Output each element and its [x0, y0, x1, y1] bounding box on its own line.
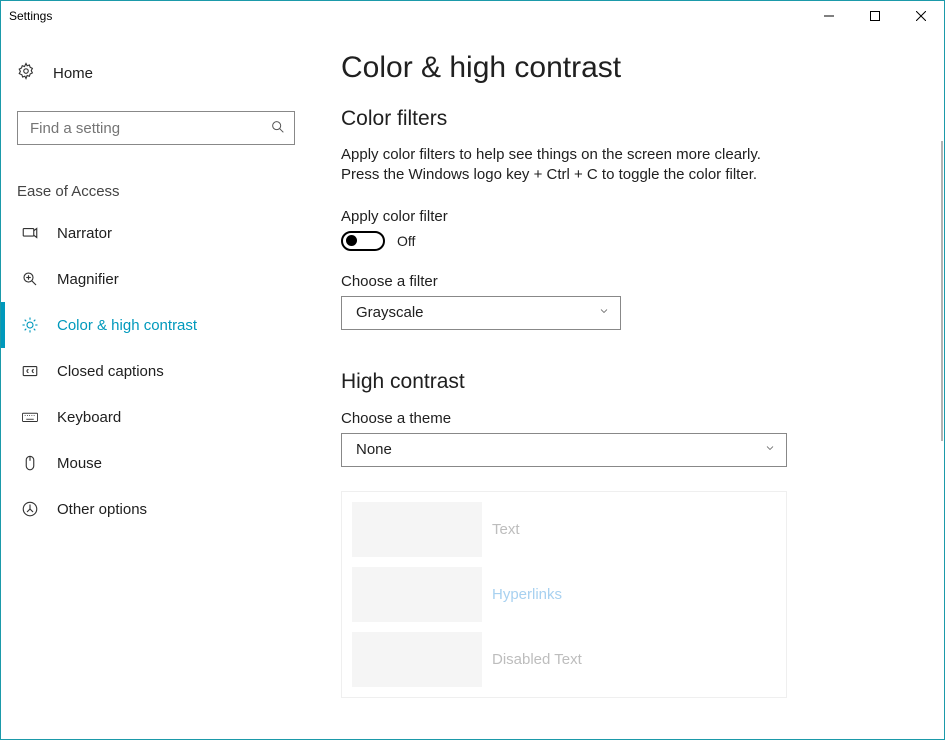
choose-theme-label: Choose a theme: [341, 410, 914, 427]
chevron-down-icon: [764, 441, 776, 458]
sidebar-item-label: Narrator: [57, 225, 112, 242]
apply-color-filter-toggle[interactable]: [341, 231, 385, 251]
chevron-down-icon: [598, 304, 610, 321]
sidebar-item-label: Color & high contrast: [57, 317, 197, 334]
preview-hyperlinks-swatch[interactable]: [352, 567, 482, 622]
sidebar: Home Ease of Access Narrator: [1, 31, 311, 739]
sidebar-item-keyboard[interactable]: Keyboard: [1, 394, 311, 440]
sidebar-item-label: Magnifier: [57, 271, 119, 288]
close-button[interactable]: [898, 1, 944, 31]
main-content: Color & high contrast Color filters Appl…: [311, 31, 944, 739]
narrator-icon: [21, 224, 39, 242]
preview-hyperlinks-label: Hyperlinks: [492, 586, 562, 603]
home-label: Home: [53, 65, 93, 82]
sidebar-item-closed-captions[interactable]: Closed captions: [1, 348, 311, 394]
choose-filter-label: Choose a filter: [341, 273, 914, 290]
other-options-icon: [21, 500, 39, 518]
brightness-icon: [21, 316, 39, 334]
magnifier-icon: [21, 270, 39, 288]
sidebar-item-mouse[interactable]: Mouse: [1, 440, 311, 486]
preview-disabled-label: Disabled Text: [492, 651, 582, 668]
minimize-button[interactable]: [806, 1, 852, 31]
choose-filter-dropdown[interactable]: Grayscale: [341, 296, 621, 330]
home-button[interactable]: Home: [1, 53, 311, 93]
section-color-filters: Color filters: [341, 107, 914, 131]
gear-icon: [17, 62, 35, 84]
search-box[interactable]: [17, 111, 295, 145]
apply-color-filter-label: Apply color filter: [341, 208, 914, 225]
maximize-button[interactable]: [852, 1, 898, 31]
sidebar-item-narrator[interactable]: Narrator: [1, 210, 311, 256]
choose-theme-dropdown[interactable]: None: [341, 433, 787, 467]
toggle-state-text: Off: [397, 233, 415, 249]
theme-preview: Text Hyperlinks Disabled Text: [341, 491, 787, 698]
scrollbar[interactable]: [941, 141, 943, 441]
sidebar-item-label: Keyboard: [57, 409, 121, 426]
mouse-icon: [21, 454, 39, 472]
color-filters-description: Apply color filters to help see things o…: [341, 145, 771, 186]
sidebar-item-magnifier[interactable]: Magnifier: [1, 256, 311, 302]
titlebar: Settings: [1, 1, 944, 31]
toggle-knob: [346, 235, 357, 246]
search-input[interactable]: [28, 119, 270, 138]
preview-disabled-swatch[interactable]: [352, 632, 482, 687]
sidebar-item-label: Mouse: [57, 455, 102, 472]
preview-text-swatch[interactable]: [352, 502, 482, 557]
preview-text-label: Text: [492, 521, 520, 538]
category-label: Ease of Access: [1, 145, 311, 210]
section-high-contrast: High contrast: [341, 370, 914, 394]
sidebar-item-label: Other options: [57, 501, 147, 518]
closed-captions-icon: [21, 362, 39, 380]
choose-filter-value: Grayscale: [356, 304, 424, 321]
keyboard-icon: [21, 408, 39, 426]
sidebar-item-color-contrast[interactable]: Color & high contrast: [1, 302, 311, 348]
sidebar-item-other[interactable]: Other options: [1, 486, 311, 532]
window-title: Settings: [9, 9, 52, 23]
sidebar-item-label: Closed captions: [57, 363, 164, 380]
choose-theme-value: None: [356, 441, 392, 458]
page-title: Color & high contrast: [341, 51, 914, 85]
search-icon: [270, 119, 286, 138]
